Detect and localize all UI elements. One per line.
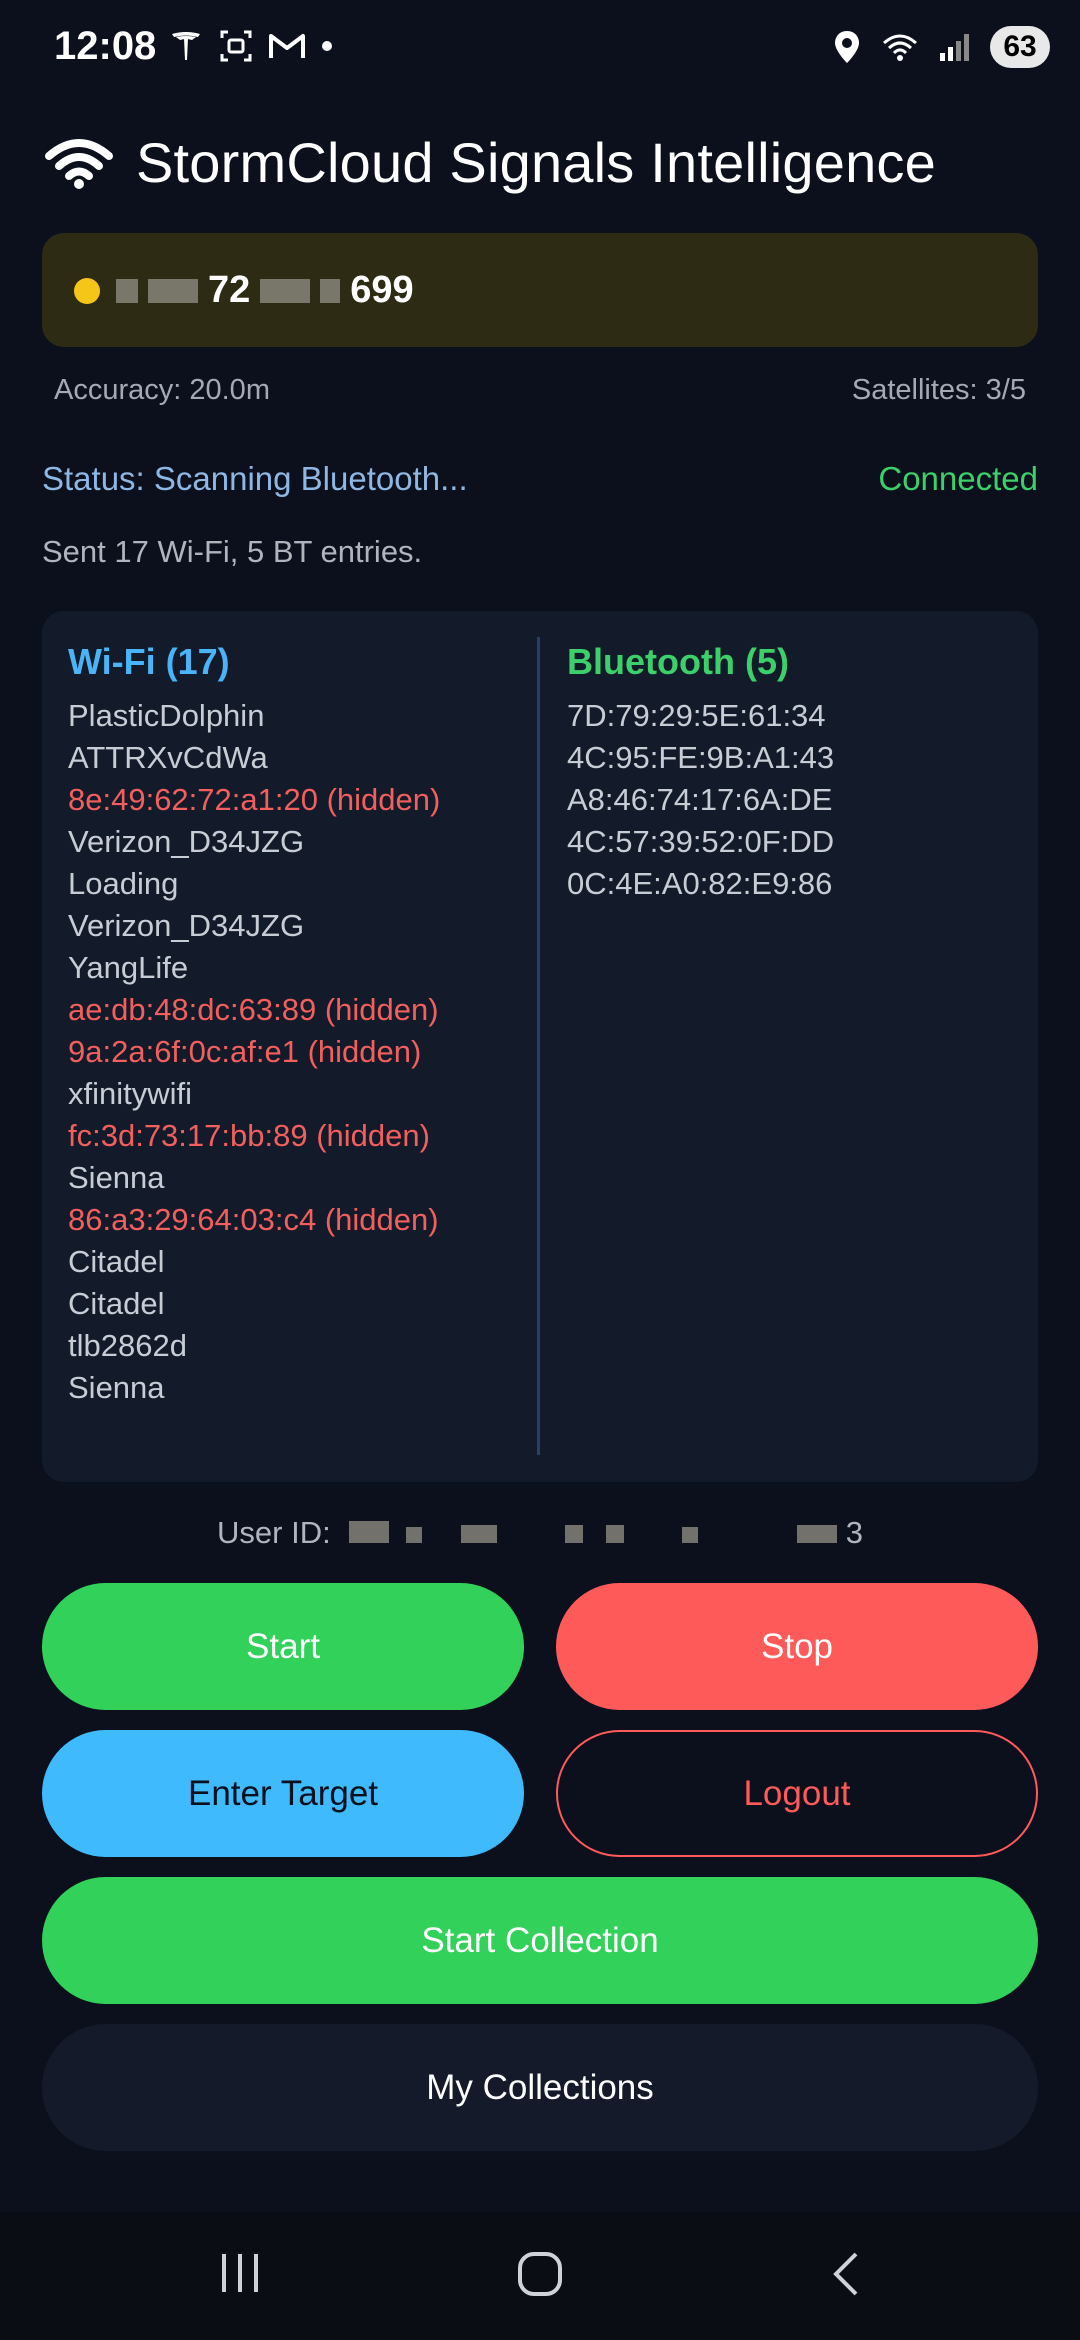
notification-icons xyxy=(168,28,334,64)
bluetooth-entry: 7D:79:29:5E:61:34 xyxy=(567,698,826,733)
wifi-entry-hidden: 9a:2a:6f:0c:af:e1 (hidden) xyxy=(68,1034,422,1069)
redacted-block xyxy=(148,278,198,303)
wifi-entry: ATTRXvCdWa xyxy=(68,740,268,775)
wifi-entry-hidden: fc:3d:73:17:bb:89 (hidden) xyxy=(68,1118,430,1153)
location-card: 72 699 xyxy=(42,233,1038,347)
wifi-column: Wi-Fi (17) PlasticDolphin ATTRXvCdWa 8e:49… xyxy=(68,641,440,1409)
wifi-entry: Citadel xyxy=(68,1244,165,1279)
system-icons: 63 xyxy=(832,26,1050,68)
redacted-block xyxy=(605,1525,624,1543)
location-icon xyxy=(835,31,859,63)
status-bar: 12:08 63 xyxy=(0,0,1080,100)
bluetooth-heading: Bluetooth (5) xyxy=(567,641,789,682)
start-button[interactable]: Start xyxy=(42,1583,524,1710)
user-id: User ID: 3 xyxy=(0,1515,1080,1551)
redacted-block xyxy=(460,1525,497,1543)
redacted-block xyxy=(682,1527,699,1543)
bluetooth-entry: 4C:57:39:52:0F:DD xyxy=(567,824,835,859)
sent-summary: Sent 17 Wi-Fi, 5 BT entries. xyxy=(42,534,423,569)
redacted-block xyxy=(320,278,341,303)
user-id-suffix: 3 xyxy=(845,1515,863,1550)
column-divider xyxy=(537,637,540,1455)
start-collection-button[interactable]: Start Collection xyxy=(42,1877,1038,2004)
wifi-entry: Citadel xyxy=(68,1286,165,1321)
wifi-list: PlasticDolphin ATTRXvCdWa 8e:49:62:72:a1:2… xyxy=(68,695,440,1409)
redacted-block xyxy=(349,1521,390,1543)
redacted-block xyxy=(405,1527,422,1543)
gps-accuracy: Accuracy: 20.0m xyxy=(54,374,270,406)
bluetooth-entry: A8:46:74:17:6A:DE xyxy=(567,782,833,817)
recents-icon[interactable] xyxy=(218,2248,262,2300)
wifi-entry-hidden: ae:db:48:dc:63:89 (hidden) xyxy=(68,992,439,1027)
redacted-block xyxy=(116,278,138,303)
wifi-heading: Wi-Fi (17) xyxy=(68,641,230,682)
coordinate-fragment: 72 xyxy=(208,269,251,311)
scan-status: Status: Scanning Bluetooth... xyxy=(42,460,468,497)
battery-indicator: 63 xyxy=(990,26,1050,68)
wifi-entry: Sienna xyxy=(68,1160,165,1195)
tesla-icon xyxy=(172,32,200,60)
bluetooth-entry: 0C:4E:A0:82:E9:86 xyxy=(567,866,833,901)
redacted-block xyxy=(565,1525,584,1543)
user-id-label: User ID: xyxy=(217,1515,331,1550)
gps-status-dot xyxy=(74,278,100,304)
my-collections-button[interactable]: My Collections xyxy=(42,2024,1038,2151)
system-nav-bar xyxy=(0,2212,1080,2340)
clock: 12:08 xyxy=(54,24,157,68)
wifi-entry: PlasticDolphin xyxy=(68,698,265,733)
wifi-entry: Loading xyxy=(68,866,179,901)
home-icon[interactable] xyxy=(516,2248,564,2300)
signal-icon xyxy=(940,34,969,61)
wifi-entry: tlb2862d xyxy=(68,1328,187,1363)
logout-button[interactable]: Logout xyxy=(556,1730,1038,1857)
enter-target-button[interactable]: Enter Target xyxy=(42,1730,524,1857)
scan-results-panel[interactable]: Wi-Fi (17) PlasticDolphin ATTRXvCdWa 8e:49… xyxy=(42,611,1038,1482)
redacted-block xyxy=(260,278,311,303)
scan-icon xyxy=(220,30,252,62)
coordinates-readout: 72 699 xyxy=(116,269,414,312)
bluetooth-column: Bluetooth (5) 7D:79:29:5E:61:34 4C:95:FE:… xyxy=(567,641,834,905)
wifi-icon xyxy=(883,34,917,61)
coordinate-fragment: 699 xyxy=(350,269,414,311)
gmail-icon xyxy=(269,34,305,58)
stop-button[interactable]: Stop xyxy=(556,1583,1038,1710)
page-title: StormCloud Signals Intelligence xyxy=(136,131,936,194)
app-header: StormCloud Signals Intelligence xyxy=(44,130,936,195)
wifi-entry: Sienna xyxy=(68,1370,165,1405)
bluetooth-list: 7D:79:29:5E:61:34 4C:95:FE:9B:A1:43 A8:46:… xyxy=(567,695,834,905)
bluetooth-entry: 4C:95:FE:9B:A1:43 xyxy=(567,740,835,775)
wifi-entry: xfinitywifi xyxy=(68,1076,193,1111)
wifi-icon xyxy=(45,138,113,189)
dot-icon xyxy=(322,41,332,51)
gps-satellites: Satellites: 3/5 xyxy=(851,374,1026,406)
redacted-block xyxy=(797,1525,838,1543)
connection-status: Connected xyxy=(878,460,1038,497)
wifi-entry: Verizon_D34JZG xyxy=(68,908,305,943)
wifi-entry-hidden: 86:a3:29:64:03:c4 (hidden) xyxy=(68,1202,439,1237)
wifi-entry-hidden: 8e:49:62:72:a1:20 (hidden) xyxy=(68,782,441,817)
back-icon[interactable] xyxy=(826,2248,866,2300)
wifi-entry: YangLife xyxy=(68,950,189,985)
wifi-entry: Verizon_D34JZG xyxy=(68,824,305,859)
